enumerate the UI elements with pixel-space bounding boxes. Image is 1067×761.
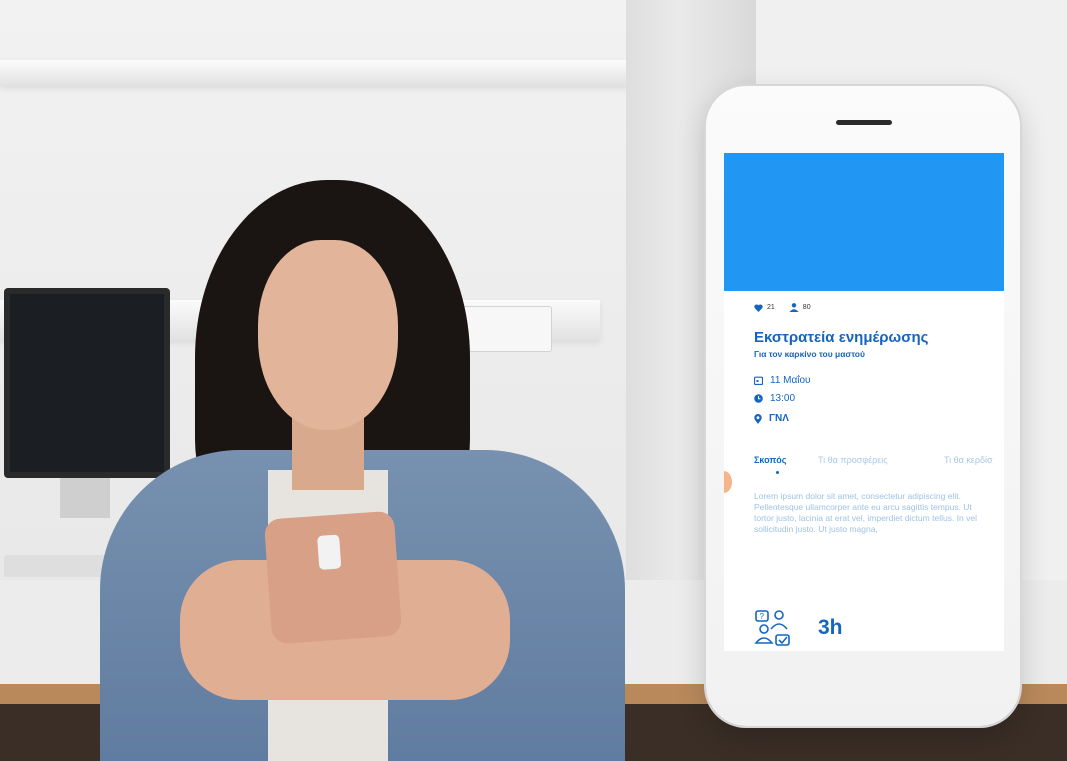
heart-icon: [754, 303, 763, 312]
duration-value: 3h: [818, 616, 843, 639]
date-row: 11 Μαΐου: [754, 375, 811, 386]
likes-count: 21: [767, 304, 775, 311]
tab-what-you-gain[interactable]: Τι θα κερδίσ: [944, 455, 993, 465]
tab-bar: Σκοπός Τι θα προσφέρεις Τι θα κερδίσ: [754, 455, 1004, 477]
phone-speaker: [836, 120, 892, 125]
calendar-icon: [754, 376, 763, 385]
tab-what-you-offer[interactable]: Τι θα προσφέρεις: [818, 455, 888, 465]
time-row: 13:00: [754, 393, 795, 404]
computer-monitor: [4, 288, 170, 478]
person-face: [258, 240, 398, 430]
svg-text:?: ?: [760, 612, 765, 621]
keyboard: [4, 555, 114, 577]
phone-screen: 21 80 Εκστρατεία ενημέρωσης Για τον καρκ…: [724, 153, 1004, 651]
monitor-stand: [60, 478, 110, 518]
clock-icon: [754, 394, 763, 403]
likes-stat[interactable]: 21: [754, 303, 775, 312]
phone-mockup: 21 80 Εκστρατεία ενημέρωσης Για τον καρκ…: [706, 86, 1020, 726]
campaign-subtitle: Για τον καρκίνο του μαστού: [754, 349, 865, 359]
handheld-phone: [263, 510, 403, 645]
location-pin-icon: [754, 413, 762, 424]
participants-stat[interactable]: 80: [789, 303, 811, 312]
scroll-handle[interactable]: [724, 471, 732, 493]
active-tab-indicator: [776, 471, 779, 474]
participants-count: 80: [802, 304, 811, 311]
event-location: ΓΝΛ: [769, 413, 789, 424]
event-date: 11 Μαΐου: [770, 375, 811, 386]
phone-camera: [317, 534, 342, 570]
stats-row: 21 80: [754, 303, 811, 312]
campaign-title: Εκστρατεία ενημέρωσης: [754, 329, 929, 346]
header-banner: [724, 153, 1004, 291]
volunteers-icon: ?: [754, 609, 792, 647]
event-time: 13:00: [770, 393, 796, 404]
tab-purpose[interactable]: Σκοπός: [754, 455, 786, 465]
location-row: ΓΝΛ: [754, 413, 789, 424]
duration-row: ? 3h: [754, 609, 843, 647]
shelf: [0, 60, 630, 86]
person-icon: [789, 303, 799, 312]
description-text: Lorem ipsum dolor sit amet, consectetur …: [754, 491, 977, 534]
